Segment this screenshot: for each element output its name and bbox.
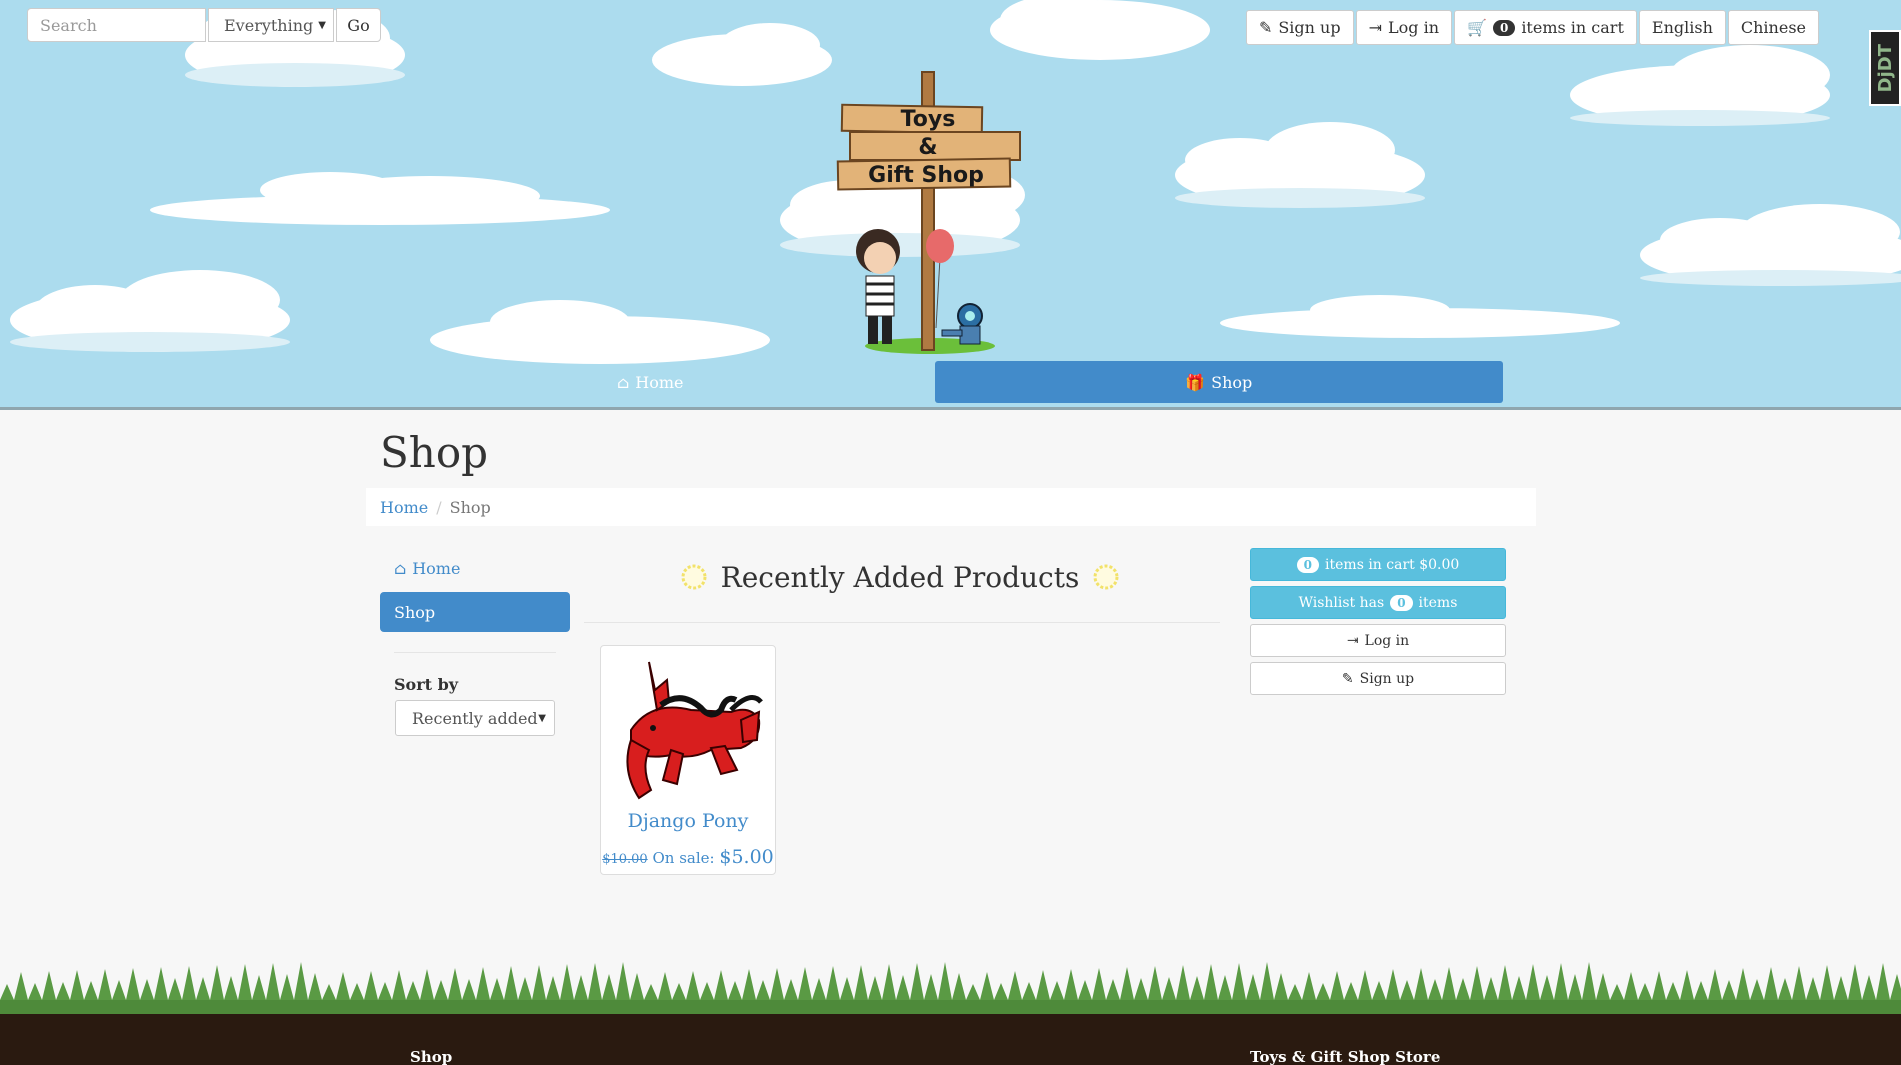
panel-login-label: Log in	[1364, 632, 1410, 649]
wishlist-count-badge: 0	[1390, 594, 1413, 611]
home-icon: ⌂	[617, 372, 630, 392]
sidebar-divider	[394, 652, 556, 653]
edit-icon: ✎	[1258, 18, 1273, 37]
language-chinese-button[interactable]: Chinese	[1727, 10, 1819, 45]
edit-icon: ✎	[1341, 670, 1354, 687]
sign-in-icon: ⇥	[1346, 632, 1359, 649]
breadcrumb-current: Shop	[449, 497, 491, 517]
sort-select-value: Recently added	[412, 708, 538, 728]
page-title: Shop	[380, 428, 488, 477]
wishlist-prefix: Wishlist has	[1298, 594, 1385, 611]
sign-in-icon: ⇥	[1368, 18, 1383, 37]
section-heading: Recently Added Products	[580, 560, 1220, 594]
wishlist-suffix: items	[1418, 594, 1458, 611]
search-bar: Search Everything ▼ Go	[27, 8, 381, 42]
panel-login-button[interactable]: ⇥ Log in	[1250, 624, 1506, 657]
gift-icon: 🎁	[1185, 372, 1206, 392]
sort-select[interactable]: Recently added ▼	[395, 700, 555, 736]
language-english-button[interactable]: English	[1638, 10, 1726, 45]
search-input[interactable]: Search	[27, 8, 206, 42]
sun-icon	[1093, 564, 1119, 590]
search-scope-value: Everything	[224, 15, 314, 35]
svg-text:Gift Shop: Gift Shop	[868, 163, 984, 188]
sort-label: Sort by	[394, 675, 459, 694]
sidebar-item-label: Shop	[394, 602, 436, 622]
cart-count-badge: 0	[1492, 19, 1516, 36]
nav-home[interactable]: ⌂ Home	[366, 361, 935, 403]
sun-icon	[681, 564, 707, 590]
product-sale-label: On sale:	[652, 849, 715, 867]
user-toolbar: ✎ Sign up ⇥ Log in 🛒 0 items in cart Eng…	[1245, 10, 1819, 45]
wishlist-button[interactable]: Wishlist has 0 items	[1250, 586, 1506, 619]
panel-signup-button[interactable]: ✎ Sign up	[1250, 662, 1506, 695]
caret-down-icon: ▼	[318, 19, 326, 31]
cart-summary-button[interactable]: 0 items in cart $0.00	[1250, 548, 1506, 581]
signup-button[interactable]: ✎ Sign up	[1245, 10, 1354, 45]
svg-text:&: &	[918, 135, 937, 160]
breadcrumb: Home / Shop	[366, 488, 1536, 526]
debug-toolbar-handle[interactable]: DjDT	[1869, 30, 1901, 106]
section-divider	[584, 622, 1220, 623]
cart-label: items in cart	[1521, 18, 1624, 37]
djdt-label: DjDT	[1874, 43, 1896, 93]
nav-home-label: Home	[635, 372, 684, 392]
search-scope-select[interactable]: Everything ▼	[208, 8, 334, 42]
product-old-price: $10.00	[602, 852, 648, 867]
product-sale-price: $5.00	[719, 846, 774, 868]
login-button[interactable]: ⇥ Log in	[1355, 10, 1453, 45]
sidebar: ⌂ Home Shop Sort by Recently added ▼	[380, 548, 570, 736]
panel-signup-label: Sign up	[1359, 670, 1415, 687]
main-nav: ⌂ Home 🎁 Shop	[366, 361, 1503, 403]
nav-shop-label: Shop	[1211, 372, 1253, 392]
login-label: Log in	[1388, 18, 1440, 37]
footer: Shop Toys & Gift Shop Store	[0, 1014, 1901, 1065]
breadcrumb-separator: /	[436, 497, 442, 517]
grass-decoration	[0, 962, 1901, 1016]
svg-text:Toys: Toys	[901, 107, 956, 132]
sidebar-item-label: Home	[412, 558, 461, 578]
site-logo[interactable]: Toys & Gift Shop	[830, 68, 1030, 358]
footer-heading-shop: Shop	[410, 1048, 453, 1065]
account-panel: 0 items in cart $0.00 Wishlist has 0 ite…	[1250, 548, 1506, 695]
shopping-cart-icon: 🛒	[1467, 18, 1487, 37]
cart-button[interactable]: 🛒 0 items in cart	[1454, 10, 1637, 45]
product-price: $10.00 On sale: $5.00	[601, 846, 775, 868]
cart-summary-text: items in cart $0.00	[1325, 556, 1460, 573]
sidebar-item-home[interactable]: ⌂ Home	[380, 548, 570, 588]
product-name[interactable]: Django Pony	[601, 810, 775, 832]
breadcrumb-home-link[interactable]: Home	[380, 498, 428, 517]
nav-shop[interactable]: 🎁 Shop	[934, 361, 1503, 403]
sidebar-item-shop[interactable]: Shop	[380, 592, 570, 632]
home-icon: ⌂	[394, 558, 407, 578]
header-banner: Toys & Gift Shop Search Everything ▼ Go …	[0, 0, 1901, 410]
product-image[interactable]	[611, 650, 767, 808]
footer-heading-store: Toys & Gift Shop Store	[1250, 1048, 1441, 1065]
section-title: Recently Added Products	[720, 560, 1080, 594]
go-button[interactable]: Go	[336, 8, 381, 42]
cart-count-badge: 0	[1296, 556, 1320, 573]
caret-down-icon: ▼	[538, 712, 546, 724]
signup-label: Sign up	[1278, 18, 1341, 37]
product-card[interactable]: Django Pony $10.00 On sale: $5.00	[600, 645, 776, 875]
